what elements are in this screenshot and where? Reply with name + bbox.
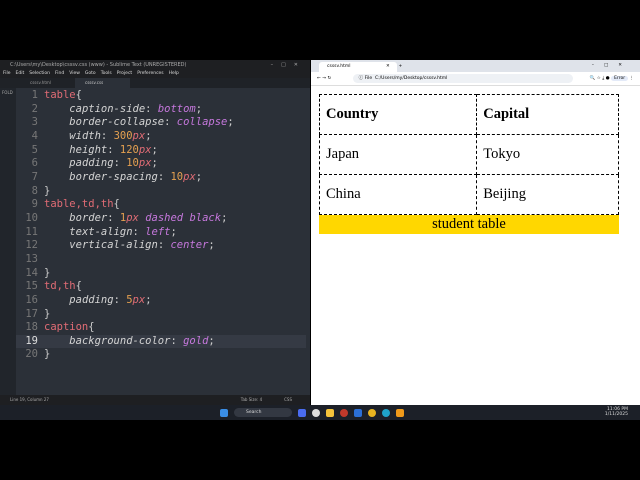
edge-icon[interactable] bbox=[382, 408, 390, 417]
code-line[interactable]: 7 border-spacing: 10px; bbox=[16, 171, 306, 185]
new-tab-icon[interactable]: + bbox=[398, 64, 402, 69]
country-table: student table Country Capital Japan Tokyo … bbox=[318, 94, 619, 234]
sublime-icon[interactable] bbox=[396, 408, 404, 417]
code-line[interactable]: 19 background-color: gold; bbox=[16, 334, 306, 349]
url-bar[interactable]: ⓘ File C:/Users/my/Desktop/csssv.html bbox=[352, 74, 573, 83]
sublime-text-window: C:\Users\my\Desktop\csssv.css (www) - Su… bbox=[0, 60, 310, 405]
tab-label: csssv.html bbox=[30, 80, 51, 85]
cell-country: China bbox=[318, 174, 478, 215]
table-caption: student table bbox=[319, 215, 619, 234]
header-country: Country bbox=[318, 94, 478, 135]
search-label: Search bbox=[246, 410, 262, 415]
table-header-row: Country Capital bbox=[318, 94, 619, 135]
code-line[interactable]: 10 border: 1px dashed black; bbox=[16, 212, 306, 226]
taskbar: Search 11:06 PM 1/11/2025 bbox=[0, 405, 640, 420]
file-label: File bbox=[364, 76, 373, 81]
close-icon[interactable]: ✕ bbox=[386, 64, 390, 69]
code-line[interactable]: 12 vertical-align: center; bbox=[16, 239, 306, 253]
code-line[interactable]: 5 height: 120px; bbox=[16, 144, 306, 158]
chrome-icon[interactable] bbox=[368, 408, 376, 417]
code-line[interactable]: 4 width: 300px; bbox=[16, 130, 306, 144]
code-line[interactable]: 11 text-align: left; bbox=[16, 226, 306, 240]
reload-icon[interactable]: ↻ bbox=[327, 76, 331, 81]
menu-tools[interactable]: Tools bbox=[101, 71, 112, 76]
browser-tab[interactable]: csssv.html ✕ bbox=[319, 62, 397, 72]
code-line[interactable]: 1 table{ bbox=[16, 89, 306, 103]
menu-goto[interactable]: Goto bbox=[85, 71, 96, 76]
back-icon[interactable]: ← bbox=[317, 76, 321, 81]
clock-date: 1/11/2025 bbox=[604, 412, 628, 417]
menu-edit[interactable]: Edit bbox=[16, 71, 25, 76]
avatar[interactable]: ● bbox=[606, 76, 610, 81]
code-area[interactable]: 1 table{ 2 caption-side: bottom; 3 border… bbox=[16, 89, 306, 362]
syntax-mode[interactable]: CSS bbox=[284, 397, 292, 402]
editor-title: C:\Users\my\Desktop\csssv.css (www) - Su… bbox=[10, 62, 187, 68]
browser-window: csssv.html ✕ + –□✕ ← → ↻ ⓘ File C:/Users… bbox=[311, 60, 640, 405]
editor-tabs: csssv.html csssv.css bbox=[0, 78, 310, 88]
word-icon[interactable] bbox=[354, 408, 362, 417]
code-line[interactable]: 17} bbox=[16, 308, 306, 322]
system-tray[interactable]: 11:06 PM 1/11/2025 bbox=[605, 407, 628, 417]
browser-tab-label: csssv.html bbox=[327, 64, 351, 69]
windows-start-icon[interactable] bbox=[220, 408, 228, 417]
tab-css[interactable]: csssv.css bbox=[75, 78, 130, 88]
cell-capital: Tokyo bbox=[476, 134, 619, 175]
code-line[interactable]: 13 bbox=[16, 253, 306, 267]
menu-bar: File Edit Selection Find View Goto Tools Projec… bbox=[0, 70, 310, 78]
url-text: C:/Users/my/Desktop/csssv.html bbox=[375, 76, 448, 81]
cell-capital: Beijing bbox=[476, 174, 619, 215]
menu-help[interactable]: Help bbox=[169, 71, 179, 76]
tab-html[interactable]: csssv.html bbox=[20, 78, 75, 88]
sidebar-label: FOLD bbox=[2, 90, 13, 95]
app-icon[interactable] bbox=[298, 408, 306, 417]
code-line[interactable]: 2 caption-side: bottom; bbox=[16, 103, 306, 117]
sidebar[interactable]: FOLD bbox=[0, 88, 16, 395]
code-line[interactable]: 18 caption{ bbox=[16, 321, 306, 335]
window-controls[interactable]: –□✕ bbox=[271, 60, 306, 70]
menu-icon[interactable]: ⋮ bbox=[630, 76, 635, 81]
code-line[interactable]: 3 border-collapse: collapse; bbox=[16, 116, 306, 130]
tab-label: csssv.css bbox=[85, 80, 104, 85]
table-row: Japan Tokyo bbox=[318, 134, 619, 175]
cursor-position: Line 19, Column 27 bbox=[10, 397, 49, 402]
app-icon[interactable] bbox=[312, 408, 320, 417]
error-button[interactable]: Error bbox=[611, 76, 629, 81]
status-bar: Line 19, Column 27 Tab Size: 4 CSS bbox=[0, 395, 310, 405]
code-line[interactable]: 15 td,th{ bbox=[16, 280, 306, 294]
zoom-icon[interactable]: 🔍 bbox=[590, 76, 596, 81]
menu-file[interactable]: File bbox=[3, 71, 11, 76]
code-line[interactable]: 9 table,td,th{ bbox=[16, 198, 306, 212]
page-content: student table Country Capital Japan Tokyo … bbox=[311, 86, 640, 242]
menu-find[interactable]: Find bbox=[55, 71, 64, 76]
menu-selection[interactable]: Selection bbox=[29, 71, 50, 76]
code-line[interactable]: 16 padding: 5px; bbox=[16, 294, 306, 308]
address-bar-row: ← → ↻ ⓘ File C:/Users/my/Desktop/csssv.h… bbox=[311, 72, 640, 86]
download-icon[interactable]: ⤓ bbox=[602, 76, 604, 81]
forward-icon[interactable]: → bbox=[322, 76, 326, 81]
app-icon[interactable] bbox=[340, 408, 348, 417]
star-icon[interactable]: ☆ bbox=[597, 76, 601, 81]
cell-country: Japan bbox=[318, 134, 478, 175]
table-row: China Beijing bbox=[318, 174, 619, 215]
menu-view[interactable]: View bbox=[69, 71, 80, 76]
tab-size[interactable]: Tab Size: 4 bbox=[241, 397, 262, 402]
file-explorer-icon[interactable] bbox=[326, 408, 334, 417]
header-capital: Capital bbox=[476, 94, 619, 135]
code-line[interactable]: 20} bbox=[16, 348, 306, 362]
menu-preferences[interactable]: Preferences bbox=[137, 71, 163, 76]
menu-project[interactable]: Project bbox=[117, 71, 132, 76]
code-line[interactable]: 14} bbox=[16, 267, 306, 281]
code-line[interactable]: 6 padding: 10px; bbox=[16, 157, 306, 171]
editor-title-bar: C:\Users\my\Desktop\csssv.css (www) - Su… bbox=[0, 60, 310, 70]
taskbar-search[interactable]: Search bbox=[234, 408, 292, 417]
browser-tab-strip: csssv.html ✕ + –□✕ bbox=[311, 60, 640, 72]
code-line[interactable]: 8} bbox=[16, 185, 306, 199]
window-controls[interactable]: –□✕ bbox=[592, 60, 632, 72]
